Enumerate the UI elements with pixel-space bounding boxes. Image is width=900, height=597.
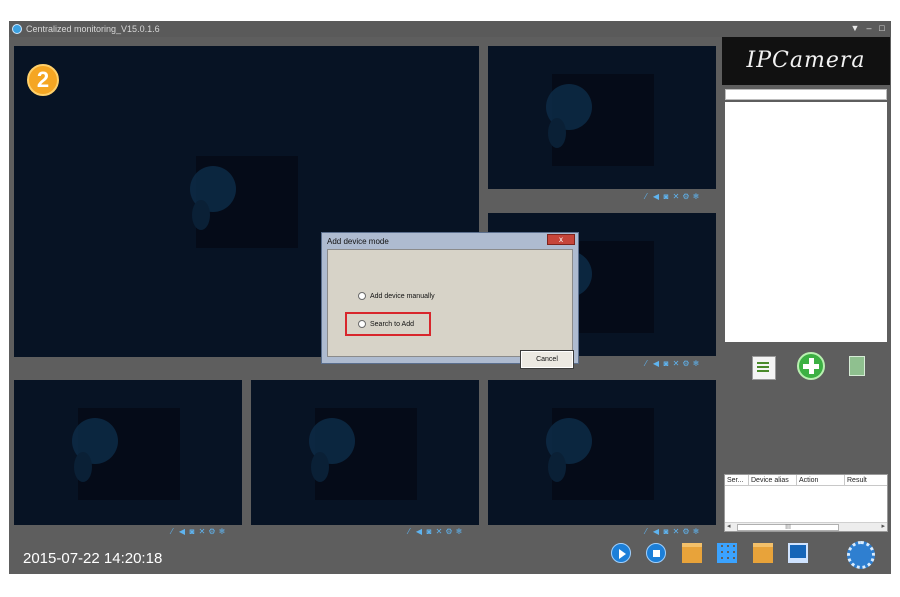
close-icon[interactable]: ✕ — [198, 528, 206, 536]
audio-icon[interactable]: ◀ — [652, 193, 660, 201]
device-list[interactable] — [725, 102, 887, 342]
audio-icon[interactable]: ◀ — [178, 528, 186, 536]
pane-controls: ⁄ ◀ ◙ ✕ ⚙ ❄ — [642, 527, 700, 537]
highlight-box — [345, 312, 431, 336]
snapshot-icon[interactable]: ◙ — [662, 528, 670, 536]
device-filter-input[interactable] — [725, 89, 887, 100]
column-header[interactable]: Result — [845, 475, 887, 485]
maximize-button[interactable]: □ — [876, 23, 888, 34]
settings-icon[interactable]: ⚙ — [682, 528, 690, 536]
video-pane-4[interactable] — [14, 380, 242, 525]
settings-icon[interactable]: ⚙ — [682, 193, 690, 201]
ptz-icon[interactable]: ❄ — [692, 528, 700, 536]
audio-icon[interactable]: ◀ — [652, 528, 660, 536]
video-pane-6[interactable] — [488, 380, 716, 525]
snapshot-icon[interactable]: ◙ — [662, 193, 670, 201]
column-header[interactable]: Ser... — [725, 475, 749, 485]
ptz-icon[interactable]: ❄ — [692, 193, 700, 201]
title-bar: Centralized monitoring_V15.0.1.6 ▼ – □ — [9, 21, 891, 37]
video-pane-5[interactable] — [251, 380, 479, 525]
minimize-button[interactable]: – — [863, 23, 875, 34]
folder-icon[interactable] — [682, 543, 702, 563]
radio-icon[interactable] — [358, 292, 366, 300]
settings-icon[interactable] — [847, 541, 875, 569]
audio-icon[interactable]: ◀ — [415, 528, 423, 536]
settings-icon[interactable]: ⚙ — [208, 528, 216, 536]
dialog-body: Add device manually Search to Add Cancel — [327, 249, 574, 369]
snapshot-icon[interactable]: ◙ — [662, 360, 670, 368]
pane-controls: ⁄ ◀ ◙ ✕ ⚙ ❄ — [642, 359, 700, 369]
column-header[interactable]: Action — [797, 475, 845, 485]
audio-icon[interactable]: ◀ — [652, 360, 660, 368]
snapshot-icon[interactable]: ◙ — [188, 528, 196, 536]
video-placeholder — [546, 408, 654, 500]
stop-icon[interactable] — [646, 543, 666, 563]
edit-device-icon[interactable] — [752, 356, 776, 380]
scroll-right-icon[interactable]: ▸ — [881, 523, 885, 531]
ptz-icon[interactable]: ❄ — [218, 528, 226, 536]
add-device-dialog: Add device mode x Add device manually Se… — [321, 232, 579, 369]
radio-label[interactable]: Add device manually — [370, 293, 435, 300]
close-icon[interactable]: ✕ — [672, 360, 680, 368]
video-placeholder — [72, 408, 180, 500]
record-icon[interactable]: ⁄ — [642, 360, 650, 368]
close-icon[interactable]: x — [547, 234, 575, 245]
video-placeholder — [309, 408, 417, 500]
add-device-icon[interactable] — [797, 352, 825, 380]
channel-badge: 2 — [27, 64, 59, 96]
snapshot-icon[interactable]: ◙ — [425, 528, 433, 536]
pane-controls: ⁄ ◀ ◙ ✕ ⚙ ❄ — [405, 527, 463, 537]
file-icon[interactable] — [753, 543, 773, 563]
skin-button[interactable]: ▼ — [849, 23, 861, 34]
column-header[interactable]: Device alias — [749, 475, 797, 485]
horizontal-scrollbar[interactable]: ◂ III ▸ — [725, 522, 887, 531]
record-icon[interactable]: ⁄ — [642, 528, 650, 536]
video-pane-2[interactable] — [488, 46, 716, 189]
grid-layout-icon[interactable] — [717, 543, 737, 563]
close-icon[interactable]: ✕ — [435, 528, 443, 536]
ptz-icon[interactable]: ❄ — [692, 360, 700, 368]
scroll-left-icon[interactable]: ◂ — [727, 523, 731, 531]
video-placeholder — [190, 156, 298, 248]
recycle-icon[interactable] — [849, 356, 865, 376]
datetime-display: 2015-07-22 14:20:18 — [23, 550, 163, 567]
app-icon — [12, 24, 22, 34]
settings-icon[interactable]: ⚙ — [445, 528, 453, 536]
window-title: Centralized monitoring_V15.0.1.6 — [26, 24, 160, 34]
scroll-thumb[interactable]: III — [737, 524, 839, 531]
monitor-icon[interactable] — [788, 543, 808, 563]
close-icon[interactable]: ✕ — [672, 193, 680, 201]
result-table: Ser... Device alias Action Result ◂ III … — [724, 474, 888, 532]
pane-controls: ⁄ ◀ ◙ ✕ ⚙ ❄ — [168, 527, 226, 537]
pane-controls: ⁄ ◀ ◙ ✕ ⚙ ❄ — [642, 192, 700, 202]
close-icon[interactable]: ✕ — [672, 528, 680, 536]
play-icon[interactable] — [611, 543, 631, 563]
radio-add-manually[interactable]: Add device manually — [358, 290, 435, 302]
dialog-title: Add device mode — [327, 237, 389, 246]
record-icon[interactable]: ⁄ — [168, 528, 176, 536]
video-placeholder — [546, 74, 654, 166]
cancel-button[interactable]: Cancel — [520, 350, 574, 369]
record-icon[interactable]: ⁄ — [405, 528, 413, 536]
record-icon[interactable]: ⁄ — [642, 193, 650, 201]
settings-icon[interactable]: ⚙ — [682, 360, 690, 368]
brand-logo: IPCamera — [722, 37, 890, 85]
result-table-header: Ser... Device alias Action Result — [725, 475, 887, 486]
ptz-icon[interactable]: ❄ — [455, 528, 463, 536]
